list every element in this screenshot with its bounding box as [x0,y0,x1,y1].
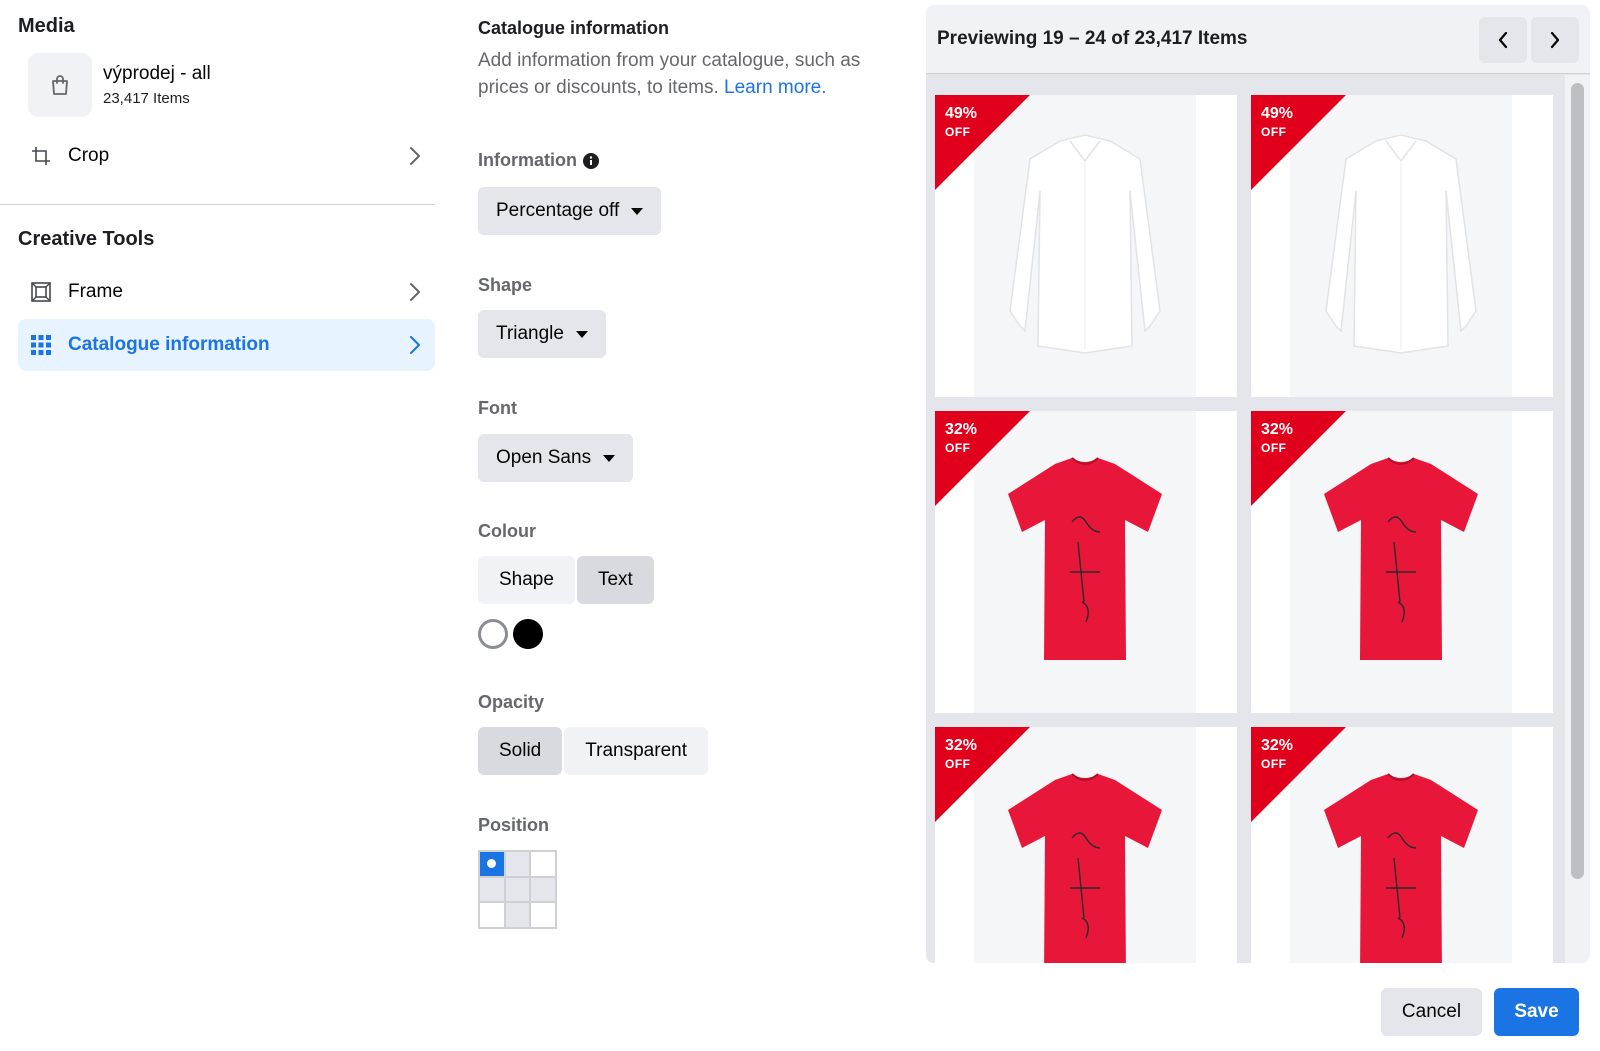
caret-down-icon [575,330,588,338]
caret-down-icon [603,454,616,462]
position-top-left[interactable] [479,851,505,877]
position-bottom-right[interactable] [530,902,556,928]
crop-row[interactable]: Crop [18,130,435,182]
shopping-bag-icon [52,75,68,95]
information-label: Information [478,150,577,170]
opacity-solid-option[interactable]: Solid [478,727,563,775]
media-section-title: Media [18,15,75,37]
position-top-center[interactable] [504,851,531,877]
discount-percentage: 32% [945,737,978,754]
discount-percentage: 32% [1261,737,1294,754]
black-colour-swatch[interactable] [513,619,543,649]
font-dropdown-value: Open Sans [496,447,592,468]
preview-item[interactable]: 32% OFF [935,727,1237,963]
chevron-right-icon [410,147,420,165]
opacity-label: Opacity [478,692,545,712]
grid-icon [31,335,51,355]
position-top-right[interactable] [530,851,556,877]
position-middle-left[interactable] [479,876,505,903]
next-page-button[interactable] [1531,17,1579,63]
frame-label: Frame [68,281,123,302]
shape-dropdown-value: Triangle [496,323,564,344]
chevron-left-icon [1498,31,1508,49]
caret-down-icon [631,207,644,215]
discount-percentage: 32% [1261,421,1294,438]
position-middle-right[interactable] [530,876,556,903]
preview-item[interactable]: 49% OFF [935,95,1237,397]
media-thumbnail[interactable] [28,53,92,117]
position-label: Position [478,815,549,835]
shape-dropdown[interactable]: Triangle [478,310,606,358]
position-bottom-left[interactable] [479,902,505,928]
frame-row[interactable]: Frame [18,266,435,318]
section-divider [0,204,435,205]
colour-target-toggle: Shape Text [478,556,654,604]
creative-tools-title: Creative Tools [18,228,155,250]
chevron-right-icon [410,283,420,301]
opacity-transparent-option[interactable]: Transparent [564,727,708,775]
position-bottom-center[interactable] [504,902,531,928]
colour-shape-tab[interactable]: Shape [478,556,575,604]
discount-percentage: 32% [945,421,978,438]
cancel-button[interactable]: Cancel [1381,988,1482,1036]
frame-icon [31,282,51,302]
discount-off-label: OFF [945,441,971,455]
discount-off-label: OFF [945,125,971,139]
opacity-toggle: Solid Transparent [478,727,708,775]
font-dropdown[interactable]: Open Sans [478,434,634,482]
settings-title: Catalogue information [478,18,670,38]
preview-header: Previewing 19 – 24 of 23,417 Items [926,5,1590,74]
discount-percentage: 49% [1261,105,1294,122]
preview-item[interactable]: 32% OFF [935,411,1237,713]
preview-title: Previewing 19 – 24 of 23,417 Items [937,28,1248,49]
discount-off-label: OFF [1261,125,1287,139]
crop-icon [32,147,50,165]
discount-percentage: 49% [945,105,978,122]
catalogue-information-row[interactable]: Catalogue information [18,319,435,371]
white-colour-swatch[interactable] [478,619,508,649]
preview-item[interactable]: 32% OFF [1251,727,1553,963]
settings-description: Add information from your catalogue, suc… [478,47,888,101]
media-item-count: 23,417 Items [103,90,190,107]
information-label-group: Information [478,150,599,171]
font-label: Font [478,398,517,418]
preview-item[interactable]: 49% OFF [1251,95,1553,397]
position-grid [478,850,557,929]
info-icon[interactable] [583,152,599,169]
learn-more-link[interactable]: Learn more. [724,77,826,98]
preview-scrollbar-thumb[interactable] [1571,83,1584,879]
preview-grid: 49% OFF 49% OFF 32% OFF 32% OFF 32% OFF … [935,95,1553,963]
left-panel: Media výprodej - all 23,417 Items Crop C… [0,0,435,1051]
colour-text-tab[interactable]: Text [576,556,654,604]
preview-panel: Previewing 19 – 24 of 23,417 Items 49% O… [926,5,1590,963]
colour-label: Colour [478,521,536,541]
save-button[interactable]: Save [1494,988,1579,1036]
discount-off-label: OFF [1261,441,1287,455]
catalogue-information-label: Catalogue information [68,334,270,355]
position-middle-center[interactable] [504,876,531,903]
chevron-right-icon [410,336,420,354]
media-catalogue-name: výprodej - all [103,63,211,84]
preview-item[interactable]: 32% OFF [1251,411,1553,713]
information-dropdown[interactable]: Percentage off [478,187,662,235]
previous-page-button[interactable] [1479,17,1527,63]
information-dropdown-value: Percentage off [496,200,620,221]
shape-label: Shape [478,275,533,295]
discount-off-label: OFF [945,757,971,771]
discount-off-label: OFF [1261,757,1287,771]
chevron-right-icon [1550,31,1560,49]
crop-label: Crop [68,145,110,166]
